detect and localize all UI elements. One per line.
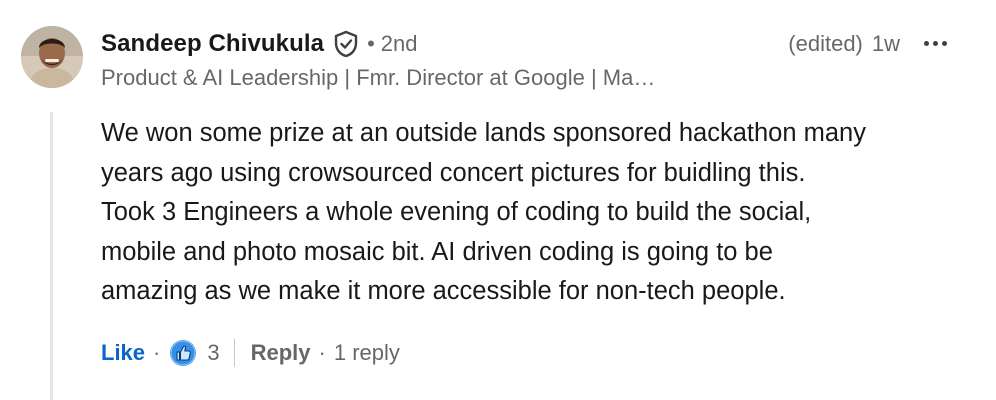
- verified-shield-icon[interactable]: [333, 30, 359, 58]
- comment-body-line: We won some prize at an outside lands sp…: [101, 119, 866, 147]
- degree-separator: •: [367, 31, 375, 56]
- author-name[interactable]: Sandeep Chivukula: [101, 30, 324, 58]
- comment-item: Sandeep Chivukula • 2nd (edited) 1w Produ…: [0, 0, 996, 400]
- reply-button[interactable]: Reply: [251, 340, 311, 366]
- comment-body: We won some prize at an outside lands sp…: [101, 114, 981, 312]
- comment-body-line: years ago using crowsourced concert pict…: [101, 158, 806, 187]
- avatar[interactable]: [21, 26, 83, 88]
- like-thumbs-up-icon[interactable]: [169, 339, 197, 367]
- comment-body-line: Took 3 Engineers a whole evening of codi…: [101, 198, 812, 226]
- comment-meta: (edited) 1w: [788, 28, 900, 60]
- author-headline: Product & AI Leadership | Fmr. Director …: [101, 65, 656, 90]
- like-button[interactable]: Like: [101, 340, 145, 366]
- reaction-count[interactable]: 3: [207, 340, 219, 366]
- action-separator: ·: [318, 340, 326, 365]
- more-options-button[interactable]: [918, 26, 952, 60]
- action-divider: [233, 339, 235, 367]
- connection-degree-label: 2nd: [380, 31, 418, 56]
- action-separator: ·: [153, 340, 161, 365]
- comment-body-line: amazing as we make it more accessible fo…: [101, 277, 786, 305]
- connection-degree: • 2nd: [367, 31, 417, 57]
- edited-label: (edited): [788, 31, 863, 56]
- comment-body-line: mobile and photo mosaic bit. AI driven c…: [101, 237, 773, 266]
- thread-line: [50, 112, 53, 400]
- ellipsis-icon: [923, 40, 929, 46]
- reply-count-link[interactable]: 1 reply: [334, 340, 400, 366]
- timestamp: 1w: [871, 31, 900, 56]
- comment-actions: Like · 3 Reply · 1 reply: [101, 334, 400, 372]
- author-row: Sandeep Chivukula • 2nd: [101, 28, 418, 60]
